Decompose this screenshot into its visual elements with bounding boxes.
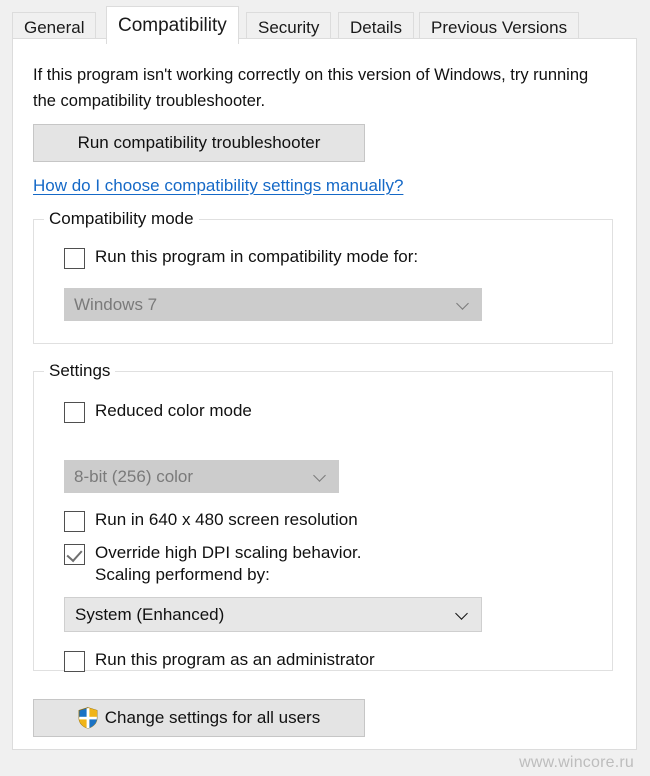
run-in-compatibility-mode-label: Run this program in compatibility mode f… [95, 247, 419, 266]
compatibility-mode-group-title: Compatibility mode [44, 209, 199, 229]
site-watermark: www.wincore.ru [519, 754, 634, 771]
chevron-down-icon [314, 470, 327, 483]
low-resolution-row[interactable]: Run in 640 x 480 screen resolution [64, 509, 358, 532]
uac-shield-icon [78, 707, 98, 729]
change-settings-for-all-users-button[interactable]: Change settings for all users [33, 699, 365, 737]
color-depth-value: 8-bit (256) color [74, 466, 194, 486]
compatibility-tab-panel: If this program isn't working correctly … [12, 38, 637, 750]
run-as-administrator-row[interactable]: Run this program as an administrator [64, 649, 375, 672]
compatibility-settings-help-link[interactable]: How do I choose compatibility settings m… [33, 176, 403, 196]
reduced-color-mode-checkbox[interactable] [64, 402, 85, 423]
reduced-color-mode-row[interactable]: Reduced color mode [64, 400, 252, 423]
run-compatibility-troubleshooter-button[interactable]: Run compatibility troubleshooter [33, 124, 365, 162]
run-in-compatibility-mode-checkbox[interactable] [64, 248, 85, 269]
dpi-override-row[interactable]: Override high DPI scaling behavior. Scal… [64, 542, 361, 586]
chevron-down-icon [456, 608, 469, 621]
reduced-color-mode-label: Reduced color mode [95, 401, 252, 420]
tab-compatibility[interactable]: Compatibility [106, 6, 239, 44]
compatibility-os-value: Windows 7 [74, 294, 158, 314]
run-in-compatibility-mode-row[interactable]: Run this program in compatibility mode f… [64, 246, 418, 269]
properties-dialog: General Compatibility Security Details P… [0, 0, 650, 776]
dpi-override-checkbox[interactable] [64, 544, 85, 565]
scaling-mode-value: System (Enhanced) [75, 604, 225, 624]
settings-group: Settings Reduced color mode 8-bit (256) … [33, 361, 613, 672]
compatibility-os-dropdown[interactable]: Windows 7 [64, 288, 482, 321]
scaling-mode-dropdown[interactable]: System (Enhanced) [64, 597, 482, 632]
change-settings-for-all-users-label: Change settings for all users [104, 708, 321, 727]
compatibility-mode-group: Compatibility mode Run this program in c… [33, 209, 613, 344]
color-depth-dropdown[interactable]: 8-bit (256) color [64, 460, 339, 493]
chevron-down-icon [457, 298, 470, 311]
run-as-administrator-checkbox[interactable] [64, 651, 85, 672]
run-as-administrator-label: Run this program as an administrator [95, 650, 375, 669]
intro-text: If this program isn't working correctly … [33, 66, 589, 110]
tab-strip: General Compatibility Security Details P… [12, 6, 602, 44]
dpi-override-label: Override high DPI scaling behavior. Scal… [95, 543, 362, 584]
run-troubleshooter-label: Run compatibility troubleshooter [77, 133, 321, 152]
low-resolution-label: Run in 640 x 480 screen resolution [95, 510, 358, 529]
settings-group-title: Settings [44, 361, 116, 381]
low-resolution-checkbox[interactable] [64, 511, 85, 532]
